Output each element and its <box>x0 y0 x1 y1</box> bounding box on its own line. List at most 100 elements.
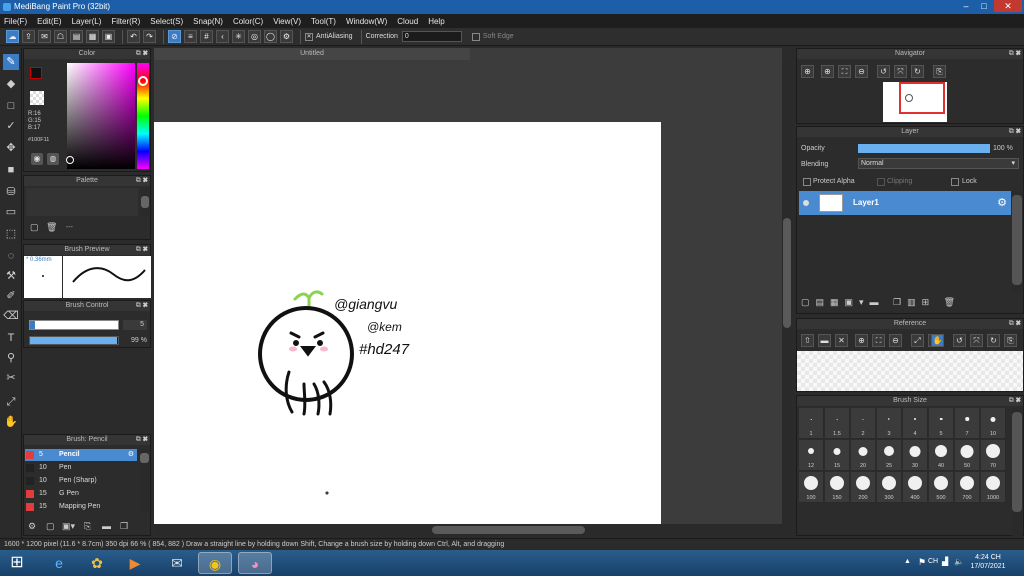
menu-view[interactable]: View(V) <box>273 17 301 26</box>
panel-buttons-icon[interactable]: ⧉ ✖ <box>1009 396 1021 406</box>
panel-buttons-icon[interactable]: ⧉ ✖ <box>1009 49 1021 59</box>
export-icon[interactable]: ▦ <box>86 30 99 43</box>
layer-list-scroll-thumb[interactable] <box>1012 195 1022 285</box>
menu-window[interactable]: Window(W) <box>346 17 387 26</box>
select-tool-icon[interactable]: ⬚ <box>3 226 19 242</box>
layer-opacity-slider[interactable] <box>858 144 990 153</box>
brush-item-mapping-pen[interactable]: 15 Mapping Pen <box>25 501 137 513</box>
brush-item-pencil[interactable]: 5 Pencil ⚙ <box>25 449 137 461</box>
canvas-horizontal-scroll-thumb[interactable] <box>432 526 585 534</box>
brush-size-option-25[interactable]: 25 <box>877 440 902 471</box>
lasso-tool-icon[interactable]: ◌ <box>3 248 19 264</box>
menu-cloud[interactable]: Cloud <box>397 17 418 26</box>
shape-fill-icon[interactable]: ■ <box>3 162 19 178</box>
brush-size-option-10[interactable]: 10 <box>981 408 1006 439</box>
brush-size-scroll-thumb[interactable] <box>1012 412 1022 512</box>
layer-settings-icon[interactable]: ⚙ <box>997 196 1007 209</box>
divide-tool-icon[interactable]: ✂ <box>3 370 19 386</box>
redo-icon[interactable]: ↷ <box>143 30 156 43</box>
comment-icon[interactable]: ✉ <box>38 30 51 43</box>
brush-size-option-200[interactable]: 200 <box>851 472 876 503</box>
brush-size-option-30[interactable]: 30 <box>903 440 928 471</box>
panel-buttons-icon[interactable]: ⧉ ✖ <box>1009 127 1021 137</box>
brush-folder-icon[interactable]: ▬ <box>102 521 111 531</box>
reference-zoom-out-icon[interactable]: ⊖ <box>889 334 902 347</box>
reference-flip-icon[interactable]: ⤧ <box>970 334 983 347</box>
menu-help[interactable]: Help <box>428 17 444 26</box>
chrome-icon[interactable]: ◉ <box>198 552 232 574</box>
layer-list-scrollbar[interactable] <box>1012 191 1022 291</box>
hand-tool-icon[interactable]: ✋ <box>3 414 19 430</box>
protect-alpha-checkbox[interactable] <box>803 178 811 186</box>
zoom-in-alt-icon[interactable]: ⊕ <box>821 65 834 78</box>
gradient-tool-icon[interactable]: ▭ <box>3 204 19 220</box>
color-wheel-icon[interactable]: ◉ <box>31 153 43 165</box>
panel-buttons-icon[interactable]: ⧉ ✖ <box>136 49 148 59</box>
media-player-icon[interactable]: ▶ <box>118 552 152 574</box>
menu-tool[interactable]: Tool(T) <box>311 17 336 26</box>
navigator-thumbnail[interactable] <box>883 82 947 122</box>
layer-toolbar-icons[interactable]: ▢▤▦▣▾▬ ❐▥⊞ 🗑 <box>801 297 961 308</box>
brush-size-option-300[interactable]: 300 <box>877 472 902 503</box>
menu-edit[interactable]: Edit(E) <box>37 17 61 26</box>
reference-close-icon[interactable]: ✕ <box>835 334 848 347</box>
brush-item-pen-sharp[interactable]: 10 Pen (Sharp) <box>25 475 137 487</box>
lock-checkbox[interactable] <box>951 178 959 186</box>
magic-wand-icon[interactable]: ⚒ <box>3 268 19 284</box>
menu-select[interactable]: Select(S) <box>150 17 183 26</box>
brush-tool-icon[interactable]: ✎ <box>3 54 19 70</box>
brush-size-option-50[interactable]: 50 <box>955 440 980 471</box>
soft-edge-checkbox[interactable] <box>471 32 480 41</box>
eraser-tool-icon[interactable]: ◆ <box>3 76 19 92</box>
palette-scrollbar[interactable] <box>141 188 149 216</box>
medibang-taskbar-icon[interactable]: ◕ <box>238 552 272 574</box>
layer-visibility-icon[interactable] <box>803 200 809 206</box>
brush-size-slider[interactable] <box>29 320 119 330</box>
brush-size-scrollbar[interactable] <box>1012 408 1022 536</box>
brush-list-scroll-thumb[interactable] <box>140 453 149 463</box>
panel-buttons-icon[interactable]: ⧉ ✖ <box>136 245 148 255</box>
menu-color[interactable]: Color(C) <box>233 17 263 26</box>
brush-size-option-3[interactable]: 3 <box>877 408 902 439</box>
blending-select[interactable]: Normal ▾ <box>858 158 1019 169</box>
panel-buttons-icon[interactable]: ⧉ ✖ <box>1009 319 1021 329</box>
brush-item-g-pen[interactable]: 15 G Pen <box>25 488 137 500</box>
panel-buttons-icon[interactable]: ⧉ ✖ <box>136 301 148 311</box>
parallel-snap-icon[interactable]: ≡ <box>184 30 197 43</box>
reference-open-icon[interactable]: ▬ <box>818 334 831 347</box>
tray-language[interactable]: CH <box>928 558 938 565</box>
brush-size-option-100[interactable]: 100 <box>799 472 824 503</box>
brush-size-option-2[interactable]: 2 <box>851 408 876 439</box>
brush-settings-add-icon[interactable]: ⚙ <box>28 521 36 532</box>
mail-icon[interactable]: ✉ <box>160 552 194 574</box>
reference-rotate-right-icon[interactable]: ↻ <box>987 334 1000 347</box>
palette-scroll-thumb[interactable] <box>141 196 149 208</box>
color-palette-icon[interactable]: ◍ <box>47 153 59 165</box>
document-tab[interactable]: Untitled <box>154 48 470 60</box>
concentric-snap-icon[interactable]: ◎ <box>248 30 261 43</box>
select-pen-icon[interactable]: ✓ <box>3 118 19 134</box>
reference-upload-icon[interactable]: ⇧ <box>801 334 814 347</box>
brush-size-option-7[interactable]: 7 <box>955 408 980 439</box>
zoom-out-icon[interactable]: ⊖ <box>855 65 868 78</box>
brush-size-option-1000[interactable]: 1000 <box>981 472 1006 503</box>
cloud-icon[interactable]: ☁ <box>6 30 19 43</box>
grid-snap-icon[interactable]: # <box>200 30 213 43</box>
rotate-left-icon[interactable]: ↺ <box>877 65 890 78</box>
tray-flag-icon[interactable]: ⚑ <box>918 557 926 568</box>
hue-slider-handle[interactable] <box>138 76 148 86</box>
reference-eyedropper-icon[interactable]: ⤢ <box>911 334 924 347</box>
bucket-tool-icon[interactable]: ⛁ <box>3 184 19 200</box>
panel-buttons-icon[interactable]: ⧉ ✖ <box>136 435 148 445</box>
clipping-checkbox[interactable] <box>877 178 885 186</box>
duplicate-brush-icon[interactable]: ❐ <box>120 521 128 532</box>
text-tool-icon[interactable]: T <box>3 330 19 346</box>
foreground-color-swatch[interactable] <box>30 67 42 79</box>
brush-size-option-40[interactable]: 40 <box>929 440 954 471</box>
reference-fit-icon[interactable]: ⛶ <box>872 334 885 347</box>
save-icon[interactable]: ▤ <box>70 30 83 43</box>
close-button[interactable]: ✕ <box>994 0 1022 12</box>
select-pen-tool-icon[interactable]: ✐ <box>3 288 19 304</box>
canvas-vertical-scroll-thumb[interactable] <box>783 218 791 328</box>
transparent-color-swatch[interactable] <box>30 91 44 105</box>
